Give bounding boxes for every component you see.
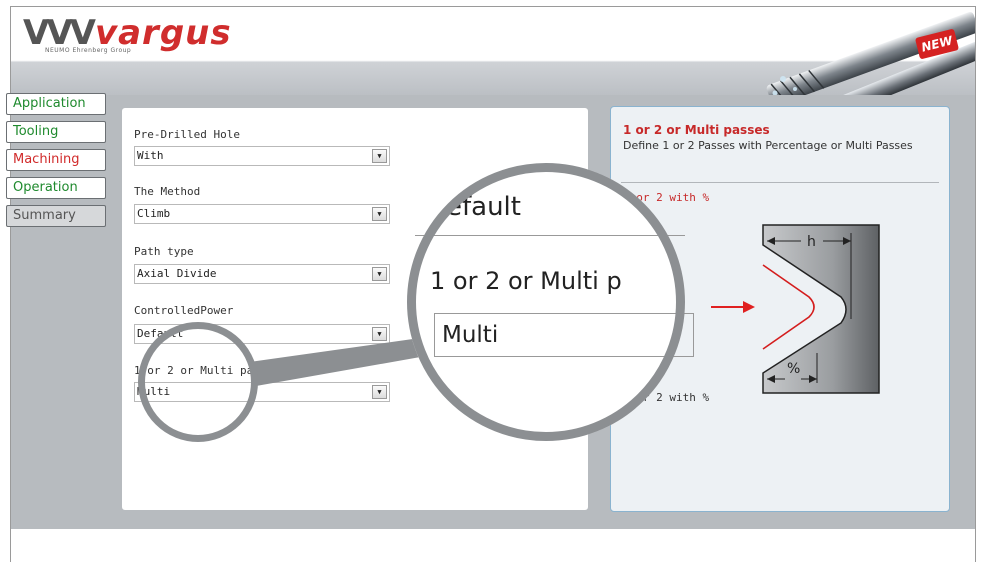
controlled-power-label: ControlledPower [134, 304, 234, 317]
method-label: The Method [134, 185, 201, 198]
pre-drilled-label: Pre-Drilled Hole [134, 128, 240, 141]
diagram-pct-label: % [787, 361, 800, 377]
info-title: 1 or 2 or Multi passes [623, 123, 770, 137]
path-type-select[interactable]: Axial Divide ▼ [134, 264, 390, 284]
tab-machining[interactable]: Machining [6, 149, 106, 171]
vargus-logo: VVVvargus NEUMO Ehrenberg Group [23, 13, 232, 54]
header-banner: VVVvargus NEUMO Ehrenberg Group NEW [11, 7, 975, 117]
machining-form-panel: Pre-Drilled Hole With ▼ The Method Climb… [122, 108, 588, 510]
dropdown-arrow-icon[interactable]: ▼ [372, 149, 387, 163]
method-value: Climb [137, 207, 171, 220]
controlled-power-value: Default [137, 327, 184, 340]
dropdown-arrow-icon[interactable]: ▼ [372, 327, 387, 341]
tab-application[interactable]: Application [6, 93, 106, 115]
controlled-power-select[interactable]: Default ▼ [134, 324, 390, 344]
pre-drilled-select[interactable]: With ▼ [134, 146, 390, 166]
passes-select[interactable]: Multi ▼ [134, 382, 390, 402]
passes-value: Multi [137, 385, 171, 398]
tab-operation[interactable]: Operation [6, 177, 106, 199]
dropdown-arrow-icon[interactable]: ▼ [372, 207, 387, 221]
tab-tooling[interactable]: Tooling [6, 121, 106, 143]
dropdown-arrow-icon[interactable]: ▼ [372, 385, 387, 399]
dropdown-arrow-icon[interactable]: ▼ [372, 267, 387, 281]
thread-pass-diagram: h % [711, 224, 880, 394]
method-select[interactable]: Climb ▼ [134, 204, 390, 224]
diagram-h-label: h [807, 234, 816, 250]
path-type-value: Axial Divide [137, 267, 217, 280]
wizard-tabs: Application Tooling Machining Operation … [6, 93, 106, 233]
info-subtitle: 1 or 2 with % [623, 191, 710, 204]
tab-summary[interactable]: Summary [6, 205, 106, 227]
info-caption: 1 or 2 with % [623, 391, 710, 404]
passes-label: 1 or 2 or Multi passes [134, 364, 280, 377]
pre-drilled-value: With [137, 149, 164, 162]
info-description: Define 1 or 2 Passes with Percentage or … [623, 139, 913, 152]
info-panel: 1 or 2 or Multi passes Define 1 or 2 Pas… [610, 106, 950, 512]
path-type-label: Path type [134, 245, 194, 258]
info-divider [621, 182, 939, 183]
